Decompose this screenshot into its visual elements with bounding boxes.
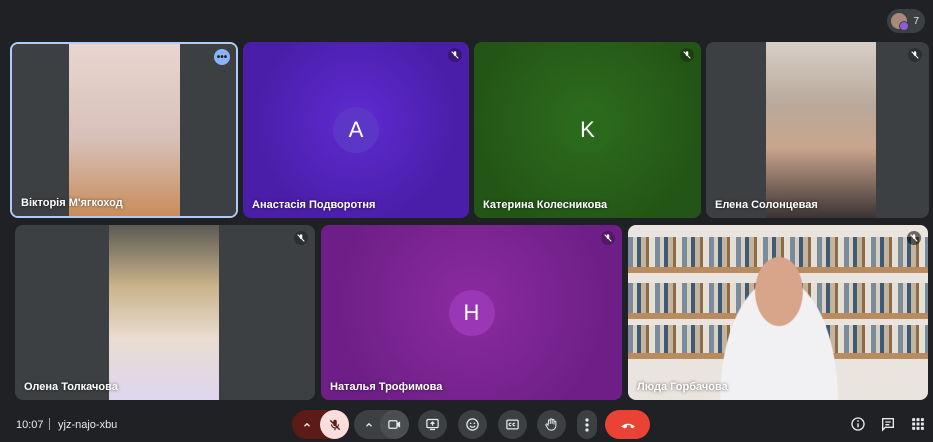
apps-icon[interactable]	[908, 414, 928, 434]
participant-tile[interactable]: K Катерина Колесникова	[474, 42, 701, 218]
participant-tile[interactable]: Олена Толкачова	[15, 225, 315, 400]
participant-video	[766, 42, 876, 218]
chat-icon[interactable]	[878, 414, 898, 434]
captions-icon[interactable]	[498, 410, 527, 439]
meeting-time: 10:07	[16, 419, 44, 431]
participant-name: Люда Горбачова	[637, 381, 728, 393]
emoji-icon[interactable]	[458, 410, 487, 439]
participants-indicator[interactable]: 7	[887, 9, 925, 33]
camera-icon[interactable]	[380, 410, 409, 439]
more-vert-icon[interactable]	[577, 410, 597, 439]
mic-control-group	[292, 410, 349, 439]
camera-control-group	[354, 410, 409, 439]
participant-avatar: K	[564, 107, 611, 153]
mic-off-icon	[294, 231, 308, 245]
participant-name: Катерина Колесникова	[483, 199, 608, 211]
chevron-up-icon[interactable]	[359, 410, 379, 439]
present-icon[interactable]	[418, 410, 447, 439]
mic-off-icon	[601, 231, 615, 245]
participant-tile[interactable]: H Наталья Трофимова	[321, 225, 622, 400]
participant-avatar: A	[333, 107, 379, 153]
mic-off-icon	[907, 231, 921, 245]
participant-name: Олена Толкачова	[24, 381, 118, 393]
participant-tile[interactable]: Елена Солонцевая	[706, 42, 929, 218]
end-call-icon[interactable]	[605, 410, 650, 439]
participants-count: 7	[913, 15, 919, 27]
info-icon[interactable]	[848, 414, 868, 434]
participant-name: Елена Солонцевая	[715, 199, 818, 211]
participant-name: Вікторія М'ягкоход	[21, 197, 123, 209]
mic-off-icon	[908, 48, 922, 62]
raise-hand-icon[interactable]	[537, 410, 566, 439]
participant-video	[109, 225, 219, 400]
mic-off-icon	[448, 48, 462, 62]
divider	[49, 418, 50, 430]
participant-avatar-stack	[891, 13, 909, 31]
participant-video	[704, 245, 854, 400]
more-options-icon[interactable]: •••	[214, 49, 230, 65]
participant-name: Наталья Трофимова	[330, 381, 443, 393]
chevron-up-icon[interactable]	[297, 410, 317, 439]
participant-tile[interactable]: Люда Горбачова	[628, 225, 928, 400]
avatar-initial: H	[463, 299, 480, 325]
mic-off-icon	[680, 48, 694, 62]
participant-tile[interactable]: ••• Вікторія М'ягкоход	[10, 42, 238, 218]
meeting-code: yjz-najo-xbu	[58, 419, 118, 431]
avatar-initial: K	[580, 117, 595, 142]
mic-off-icon[interactable]	[320, 410, 349, 439]
participant-avatar: H	[448, 289, 495, 336]
participant-tile[interactable]: A Анастасія Подворотня	[243, 42, 469, 218]
participant-name: Анастасія Подворотня	[252, 199, 376, 211]
participant-video	[69, 44, 180, 216]
avatar-initial: A	[348, 117, 364, 142]
